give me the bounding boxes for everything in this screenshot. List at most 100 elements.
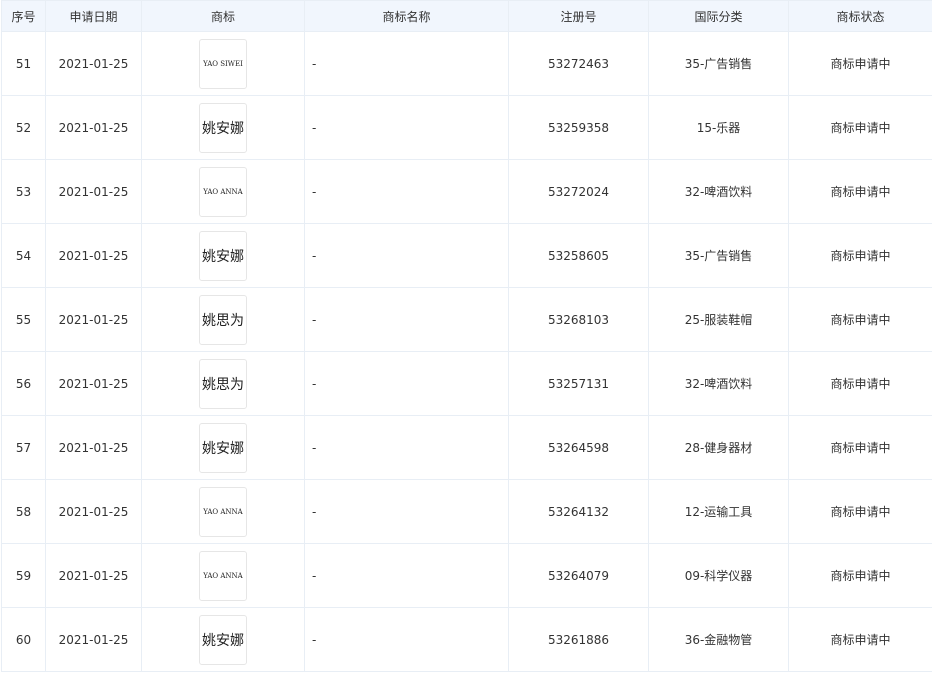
row-class: 28-健身器材 bbox=[648, 415, 789, 480]
row-date: 2021-01-25 bbox=[45, 159, 142, 224]
table-row[interactable]: 54 2021-01-25 姚安娜 -53258605 35-广告销售 商标申请中 bbox=[1, 223, 932, 288]
row-class: 09-科学仪器 bbox=[648, 543, 789, 608]
row-logo: 姚思为 bbox=[141, 351, 305, 416]
row-reg-no: 53259358 bbox=[508, 95, 649, 160]
trademark-logo-text: 姚思为 bbox=[202, 376, 244, 393]
row-status: 商标申请中 bbox=[788, 31, 932, 96]
header-reg-no: 注册号 bbox=[508, 0, 649, 32]
row-logo: YAO ANNA bbox=[141, 159, 305, 224]
header-row: 序号 申请日期 商标 商标名称 注册号 国际分类 商标状态 bbox=[1, 0, 932, 32]
row-date: 2021-01-25 bbox=[45, 31, 142, 96]
row-index: 54 bbox=[1, 223, 46, 288]
row-reg-no: 53264079 bbox=[508, 543, 649, 608]
row-name: - bbox=[304, 159, 509, 224]
row-class: 35-广告销售 bbox=[648, 31, 789, 96]
row-status: 商标申请中 bbox=[788, 95, 932, 160]
table-row[interactable]: 58 2021-01-25 YAO ANNA -53264132 12-运输工具 商标申请… bbox=[1, 479, 932, 544]
row-status: 商标申请中 bbox=[788, 543, 932, 608]
table-row[interactable]: 51 2021-01-25 YAO SIWEI -53272463 35-广告销售 商标申… bbox=[1, 31, 932, 96]
row-reg-no: 53264132 bbox=[508, 479, 649, 544]
table-row[interactable]: 52 2021-01-25 姚安娜 -53259358 15-乐器 商标申请中 bbox=[1, 95, 932, 160]
row-index: 51 bbox=[1, 31, 46, 96]
table-header: 序号 申请日期 商标 商标名称 注册号 国际分类 商标状态 bbox=[1, 0, 932, 32]
trademark-logo[interactable]: 姚思为 bbox=[199, 358, 247, 409]
trademark-table: 序号 申请日期 商标 商标名称 注册号 国际分类 商标状态 51 2021-01-… bbox=[1, 0, 932, 672]
table-row[interactable]: 57 2021-01-25 姚安娜 -53264598 28-健身器材 商标申请中 bbox=[1, 415, 932, 480]
row-class: 15-乐器 bbox=[648, 95, 789, 160]
row-reg-no: 53272463 bbox=[508, 31, 649, 96]
row-date: 2021-01-25 bbox=[45, 543, 142, 608]
trademark-logo-text: YAO ANNA bbox=[203, 571, 243, 580]
row-logo: 姚安娜 bbox=[141, 607, 305, 672]
row-class: 12-运输工具 bbox=[648, 479, 789, 544]
row-logo: YAO ANNA bbox=[141, 543, 305, 608]
row-logo: YAO ANNA bbox=[141, 479, 305, 544]
trademark-logo[interactable]: 姚思为 bbox=[199, 294, 247, 345]
row-index: 59 bbox=[1, 543, 46, 608]
row-index: 52 bbox=[1, 95, 46, 160]
trademark-logo-text: 姚安娜 bbox=[202, 440, 244, 457]
row-date: 2021-01-25 bbox=[45, 607, 142, 672]
table-row[interactable]: 53 2021-01-25 YAO ANNA -53272024 32-啤酒饮料 商标申请… bbox=[1, 159, 932, 224]
table-row[interactable]: 59 2021-01-25 YAO ANNA -53264079 09-科学仪器 商标申请… bbox=[1, 543, 932, 608]
row-date: 2021-01-25 bbox=[45, 287, 142, 352]
trademark-logo-text: 姚安娜 bbox=[202, 632, 244, 649]
trademark-logo-text: 姚思为 bbox=[202, 312, 244, 329]
trademark-logo[interactable]: 姚安娜 bbox=[199, 422, 247, 473]
row-logo: 姚思为 bbox=[141, 287, 305, 352]
trademark-logo[interactable]: YAO ANNA bbox=[199, 486, 247, 537]
table-row[interactable]: 56 2021-01-25 姚思为 -53257131 32-啤酒饮料 商标申请中 bbox=[1, 351, 932, 416]
row-name: - bbox=[304, 287, 509, 352]
row-reg-no: 53264598 bbox=[508, 415, 649, 480]
row-reg-no: 53258605 bbox=[508, 223, 649, 288]
row-reg-no: 53268103 bbox=[508, 287, 649, 352]
row-status: 商标申请中 bbox=[788, 415, 932, 480]
row-status: 商标申请中 bbox=[788, 351, 932, 416]
table-body: 51 2021-01-25 YAO SIWEI -53272463 35-广告销售 商标申… bbox=[1, 31, 932, 672]
row-status: 商标申请中 bbox=[788, 479, 932, 544]
trademark-logo[interactable]: 姚安娜 bbox=[199, 230, 247, 281]
row-logo: 姚安娜 bbox=[141, 95, 305, 160]
row-name: - bbox=[304, 607, 509, 672]
row-class: 25-服装鞋帽 bbox=[648, 287, 789, 352]
trademark-logo-text: YAO ANNA bbox=[203, 187, 243, 196]
trademark-logo[interactable]: YAO SIWEI bbox=[199, 38, 247, 89]
row-status: 商标申请中 bbox=[788, 287, 932, 352]
row-index: 55 bbox=[1, 287, 46, 352]
row-logo: YAO SIWEI bbox=[141, 31, 305, 96]
row-reg-no: 53272024 bbox=[508, 159, 649, 224]
header-logo: 商标 bbox=[141, 0, 305, 32]
row-logo: 姚安娜 bbox=[141, 223, 305, 288]
row-logo: 姚安娜 bbox=[141, 415, 305, 480]
row-class: 32-啤酒饮料 bbox=[648, 351, 789, 416]
trademark-logo-text: YAO ANNA bbox=[203, 507, 243, 516]
row-status: 商标申请中 bbox=[788, 159, 932, 224]
row-index: 60 bbox=[1, 607, 46, 672]
header-class: 国际分类 bbox=[648, 0, 789, 32]
row-status: 商标申请中 bbox=[788, 607, 932, 672]
trademark-logo-text: YAO SIWEI bbox=[203, 59, 243, 68]
row-status: 商标申请中 bbox=[788, 223, 932, 288]
row-class: 36-金融物管 bbox=[648, 607, 789, 672]
trademark-logo[interactable]: YAO ANNA bbox=[199, 166, 247, 217]
header-date: 申请日期 bbox=[45, 0, 142, 32]
row-date: 2021-01-25 bbox=[45, 95, 142, 160]
row-date: 2021-01-25 bbox=[45, 479, 142, 544]
header-name: 商标名称 bbox=[304, 0, 509, 32]
row-name: - bbox=[304, 415, 509, 480]
trademark-logo[interactable]: 姚安娜 bbox=[199, 614, 247, 665]
trademark-logo[interactable]: YAO ANNA bbox=[199, 550, 247, 601]
header-status: 商标状态 bbox=[788, 0, 932, 32]
row-class: 35-广告销售 bbox=[648, 223, 789, 288]
table-row[interactable]: 55 2021-01-25 姚思为 -53268103 25-服装鞋帽 商标申请中 bbox=[1, 287, 932, 352]
row-reg-no: 53261886 bbox=[508, 607, 649, 672]
trademark-logo[interactable]: 姚安娜 bbox=[199, 102, 247, 153]
trademark-logo-text: 姚安娜 bbox=[202, 120, 244, 137]
row-name: - bbox=[304, 223, 509, 288]
table-row[interactable]: 60 2021-01-25 姚安娜 -53261886 36-金融物管 商标申请中 bbox=[1, 607, 932, 672]
row-date: 2021-01-25 bbox=[45, 415, 142, 480]
row-class: 32-啤酒饮料 bbox=[648, 159, 789, 224]
header-index: 序号 bbox=[1, 0, 46, 32]
row-index: 57 bbox=[1, 415, 46, 480]
row-name: - bbox=[304, 95, 509, 160]
